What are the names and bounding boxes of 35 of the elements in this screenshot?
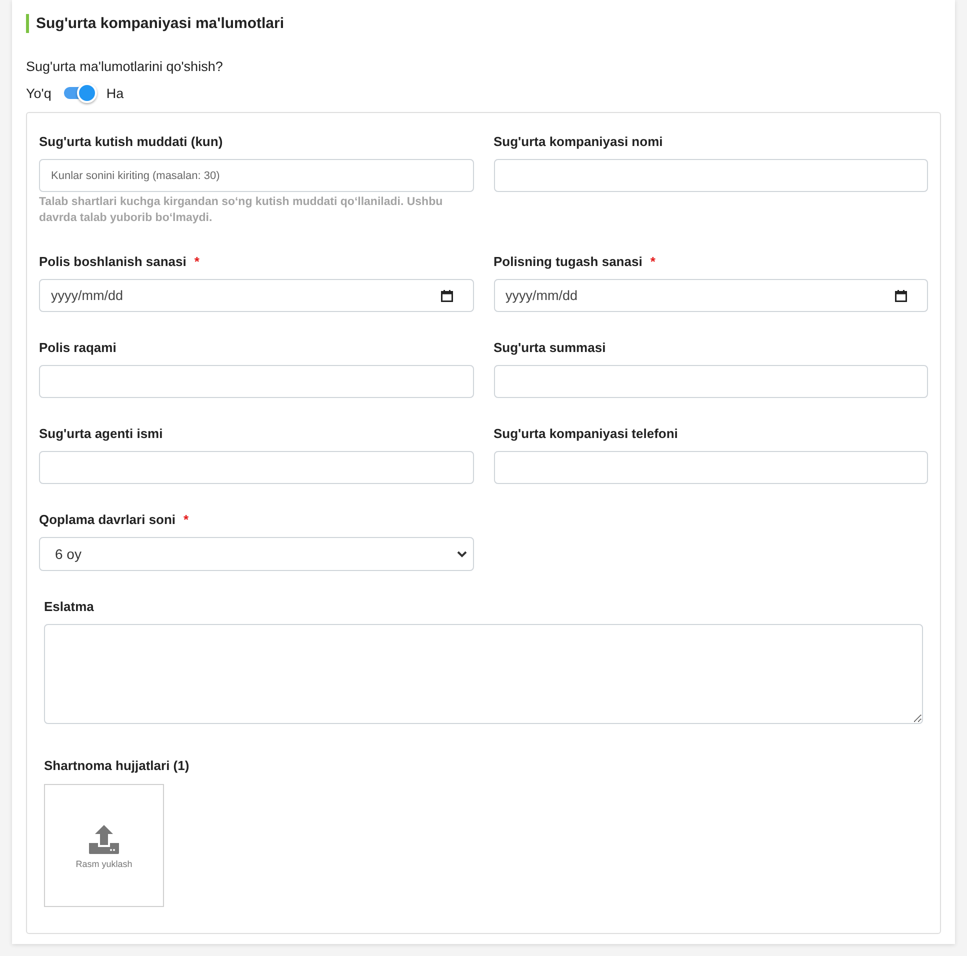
- text-input[interactable]: [494, 365, 928, 398]
- chevron-down-icon: [456, 550, 466, 558]
- field-label: Shartnoma hujjatlari (1): [44, 758, 190, 774]
- section-title: Sug'urta kompaniyasi ma'lumotlari: [26, 14, 941, 33]
- help-text: Talab shartlari kuchga kirgandan so‘ng kutish muddati qo‘llaniladi. Ushbu davrda talab yuborib bo‘lmaydi.: [39, 195, 444, 226]
- required-mark: *: [184, 512, 189, 528]
- field-label: Sug'urta kompaniyasi nomi: [494, 134, 663, 150]
- upload-button[interactable]: Rasm yuklash: [44, 784, 164, 907]
- text-input[interactable]: [494, 159, 928, 192]
- field-label: Polis raqami: [39, 340, 116, 356]
- calendar-icon: [895, 290, 907, 302]
- field-label: Qoplama davrlari soni: [39, 512, 176, 528]
- field-label: Polis boshlanish sanasi: [39, 254, 186, 270]
- text-input[interactable]: [39, 365, 474, 398]
- field-label: Sug'urta agenti ismi: [39, 426, 163, 442]
- upload-icon: [89, 824, 119, 854]
- field-label: Eslatma: [44, 599, 94, 615]
- field-label: Polisning tugash sanasi: [494, 254, 642, 270]
- text-input[interactable]: Kunlar sonini kiriting (masalan: 30): [39, 159, 474, 192]
- required-mark: *: [650, 254, 656, 270]
- field-label: Sug'urta kutish muddati (kun): [39, 134, 223, 150]
- select-field[interactable]: 6 oy: [39, 537, 474, 571]
- required-mark: *: [194, 254, 200, 270]
- calendar-icon: [440, 290, 452, 302]
- text-input[interactable]: [494, 451, 928, 484]
- field-label: Sug'urta kompaniyasi telefoni: [494, 426, 678, 442]
- date-field[interactable]: yyyy/mm/dd: [494, 279, 928, 312]
- toggle-off-label: Yo'q: [26, 84, 52, 102]
- question-text: Sug'urta ma'lumotlarini qo'shish?: [26, 58, 224, 75]
- note-field[interactable]: [44, 624, 923, 724]
- field-label: Sug'urta summasi: [494, 340, 606, 356]
- toggle-on-label: Ha: [106, 84, 124, 102]
- text-input[interactable]: [39, 451, 474, 484]
- date-field[interactable]: yyyy/mm/dd: [39, 279, 474, 312]
- toggle-switch[interactable]: [63, 83, 98, 103]
